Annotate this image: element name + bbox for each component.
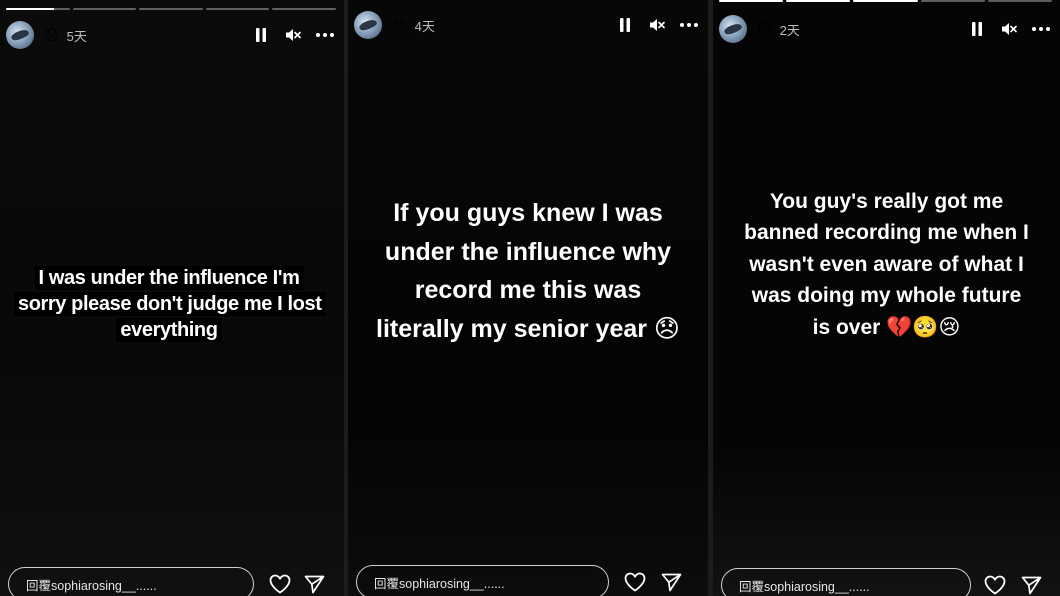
avatar[interactable]: [354, 11, 382, 39]
story-progress-bar: [6, 8, 336, 10]
pause-icon[interactable]: [252, 26, 270, 44]
heart-icon[interactable]: [268, 572, 292, 596]
progress-segment: [72, 8, 137, 10]
post-time: 4天: [414, 18, 435, 34]
pause-icon[interactable]: [616, 16, 634, 34]
story-footer: 回覆sophiarosing__......: [356, 565, 694, 596]
send-icon[interactable]: [659, 570, 683, 594]
story-caption: I was under the influence I'm sorry plea…: [14, 265, 326, 343]
mood-emoji: 😞: [392, 16, 408, 34]
story-panel-2[interactable]: 😞 4天 If you guys knew I was under the in…: [348, 0, 708, 596]
more-icon[interactable]: [316, 26, 334, 44]
story-panel-1[interactable]: 😞 5天 I was under the influence I'm sorry…: [0, 0, 344, 596]
story-header: 😞 2天: [719, 14, 1050, 44]
story-caption: You guy's really got me banned recording…: [744, 190, 1029, 339]
mood-emoji: 😞: [757, 20, 773, 38]
story-panel-3[interactable]: 😞 2天 You guy's really got me banned reco…: [713, 0, 1060, 596]
send-icon[interactable]: [1019, 573, 1043, 596]
reply-input[interactable]: 回覆sophiarosing__......: [356, 565, 609, 596]
more-icon[interactable]: [680, 16, 698, 34]
story-caption-text: I was under the influence I'm sorry plea…: [14, 266, 326, 342]
progress-segment: [272, 8, 336, 10]
reply-placeholder: 回覆sophiarosing__......: [739, 579, 870, 594]
story-progress-bar: [719, 0, 1053, 2]
progress-segment: [205, 8, 270, 10]
speaker-muted-icon[interactable]: [1000, 20, 1018, 38]
progress-segment: [139, 8, 203, 10]
reply-placeholder: 回覆sophiarosing__......: [26, 578, 157, 593]
post-time: 2天: [779, 22, 800, 38]
heart-icon[interactable]: [983, 573, 1007, 596]
progress-segment: [920, 0, 985, 2]
progress-segment: [719, 0, 784, 2]
story-header: 😞 5天: [6, 20, 334, 50]
pause-icon[interactable]: [968, 20, 986, 38]
heart-icon[interactable]: [623, 570, 647, 594]
speaker-muted-icon[interactable]: [648, 16, 666, 34]
avatar[interactable]: [6, 21, 34, 49]
progress-segment: [987, 0, 1053, 2]
mood-emoji: 😞: [44, 26, 60, 44]
speaker-muted-icon[interactable]: [284, 26, 302, 44]
more-icon[interactable]: [1032, 20, 1050, 38]
reply-placeholder: 回覆sophiarosing__......: [374, 576, 505, 591]
reply-input[interactable]: 回覆sophiarosing__......: [8, 567, 254, 596]
story-caption: If you guys knew I was under the influen…: [376, 199, 680, 343]
story-footer: 回覆sophiarosing__......: [8, 567, 330, 596]
progress-segment: [853, 0, 918, 2]
send-icon[interactable]: [302, 572, 326, 596]
progress-segment: [6, 8, 70, 10]
progress-segment: [786, 0, 851, 2]
post-time: 5天: [66, 28, 87, 44]
avatar[interactable]: [719, 15, 747, 43]
reply-input[interactable]: 回覆sophiarosing__......: [721, 568, 971, 596]
story-footer: 回覆sophiarosing__......: [721, 568, 1046, 596]
story-header: 😞 4天: [354, 10, 698, 40]
